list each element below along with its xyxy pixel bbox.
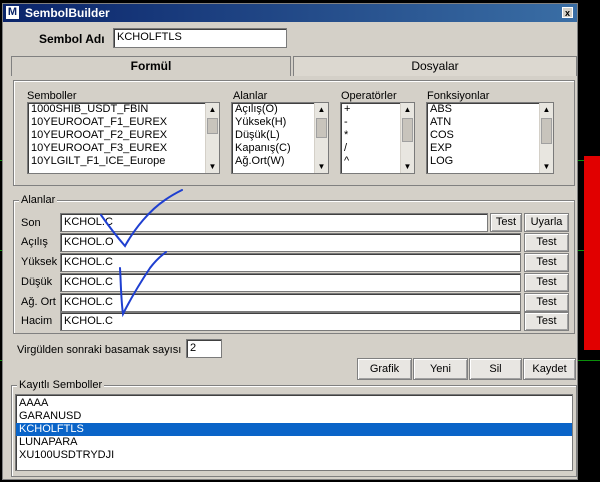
list-item[interactable]: LOG [427,155,553,168]
decimal-places-input[interactable]: 2 [186,339,222,358]
kaydet-button[interactable]: Kaydet [523,358,576,380]
alanlar-list[interactable]: Açılış(O) Yüksek(H) Düşük(L) Kapanış(C) … [231,102,329,174]
list-item[interactable]: 10YEUROOAT_F3_EUREX [28,142,219,155]
scroll-thumb[interactable] [402,118,413,142]
list-item[interactable]: 10YEUROOAT_F2_EUREX [28,129,219,142]
field-input-yuksek[interactable]: KCHOL.C [60,253,521,272]
test-button-yuksek[interactable]: Test [524,253,569,272]
test-button-hacim[interactable]: Test [524,312,569,331]
scroll-down-icon[interactable]: ▼ [401,160,414,173]
yeni-button[interactable]: Yeni [413,358,468,380]
field-input-son[interactable]: KCHOL.C [60,213,488,232]
field-label-hacim: Hacim [21,315,53,327]
saved-symbols-list[interactable]: AAAA GARANUSD KCHOLFTLS LUNAPARA XU100US… [15,394,573,471]
test-button-acilis[interactable]: Test [524,233,569,252]
field-label-acilis: Açılış [21,236,48,248]
tab-formul[interactable]: Formül [11,56,291,76]
field-label-ag-ort: Ağ. Ort [21,296,56,308]
background-red-bar [584,156,600,350]
field-label-dusuk: Düşük [21,276,53,288]
alanlar-list-title: Alanlar [233,90,268,102]
operatorler-scrollbar[interactable]: ▲ ▼ [400,103,414,173]
decimal-places-label: Virgülden sonraki basamak sayısı [17,344,182,356]
scroll-up-icon[interactable]: ▲ [206,103,219,116]
fonksiyonlar-list[interactable]: ABS ATN COS EXP LOG ▲ ▼ [426,102,554,174]
scroll-up-icon[interactable]: ▲ [315,103,328,116]
fonksiyonlar-scrollbar[interactable]: ▲ ▼ [539,103,553,173]
semboller-title: Semboller [27,90,77,102]
scroll-up-icon[interactable]: ▲ [401,103,414,116]
title-bar[interactable]: M SembolBuilder x [3,4,577,22]
scroll-down-icon[interactable]: ▼ [540,160,553,173]
list-item[interactable]: 1000SHIB_USDT_FBIN [28,103,219,116]
saved-symbols-title: Kayıtlı Semboller [17,379,105,391]
uyarla-button[interactable]: Uyarla [524,213,569,232]
alanlar-scrollbar[interactable]: ▲ ▼ [314,103,328,173]
operatorler-title: Operatörler [341,90,397,102]
saved-symbol-item[interactable]: LUNAPARA [16,436,572,449]
symbol-name-label: Sembol Adı [39,32,105,46]
field-label-yuksek: Yüksek [21,256,58,268]
grafik-button[interactable]: Grafik [357,358,412,380]
test-button-ag-ort[interactable]: Test [524,293,569,312]
scroll-thumb[interactable] [541,118,552,144]
window-title: SembolBuilder [25,6,110,20]
scroll-down-icon[interactable]: ▼ [206,160,219,173]
close-icon[interactable]: x [562,7,573,18]
app-logo-icon: M [6,6,19,19]
list-item[interactable]: ATN [427,116,553,129]
saved-symbol-item[interactable]: GARANUSD [16,410,572,423]
saved-symbol-item[interactable]: XU100USDTRYDJI [16,449,572,462]
test-button-dusuk[interactable]: Test [524,273,569,292]
sembol-builder-window: M SembolBuilder x Sembol Adı KCHOLFTLS F… [2,3,578,480]
scroll-thumb[interactable] [316,118,327,138]
scroll-down-icon[interactable]: ▼ [315,160,328,173]
semboller-list[interactable]: 1000SHIB_USDT_FBIN 10YEUROOAT_F1_EUREX 1… [27,102,220,174]
sil-button[interactable]: Sil [469,358,522,380]
tab-dosyalar[interactable]: Dosyalar [293,56,577,76]
list-item[interactable]: COS [427,129,553,142]
list-item[interactable]: ABS [427,103,553,116]
field-input-hacim[interactable]: KCHOL.C [60,312,521,331]
list-item[interactable]: 10YEUROOAT_F1_EUREX [28,116,219,129]
test-button-son[interactable]: Test [490,213,522,232]
fonksiyonlar-title: Fonksiyonlar [427,90,490,102]
scroll-thumb[interactable] [207,118,218,134]
field-input-dusuk[interactable]: KCHOL.C [60,273,521,292]
alanlar-group-title: Alanlar [19,194,58,206]
symbol-name-input[interactable]: KCHOLFTLS [113,28,287,48]
field-input-ag-ort[interactable]: KCHOL.C [60,293,521,312]
semboller-scrollbar[interactable]: ▲ ▼ [205,103,219,173]
list-item[interactable]: EXP [427,142,553,155]
scroll-up-icon[interactable]: ▲ [540,103,553,116]
field-input-acilis[interactable]: KCHOL.O [60,233,521,252]
list-item[interactable]: 10YLGILT_F1_ICE_Europe [28,155,219,168]
field-label-son: Son [21,217,41,229]
operatorler-list[interactable]: + - * / ^ ▲ ▼ [340,102,415,174]
saved-symbol-item[interactable]: AAAA [16,397,572,410]
saved-symbol-item-selected[interactable]: KCHOLFTLS [16,423,572,436]
